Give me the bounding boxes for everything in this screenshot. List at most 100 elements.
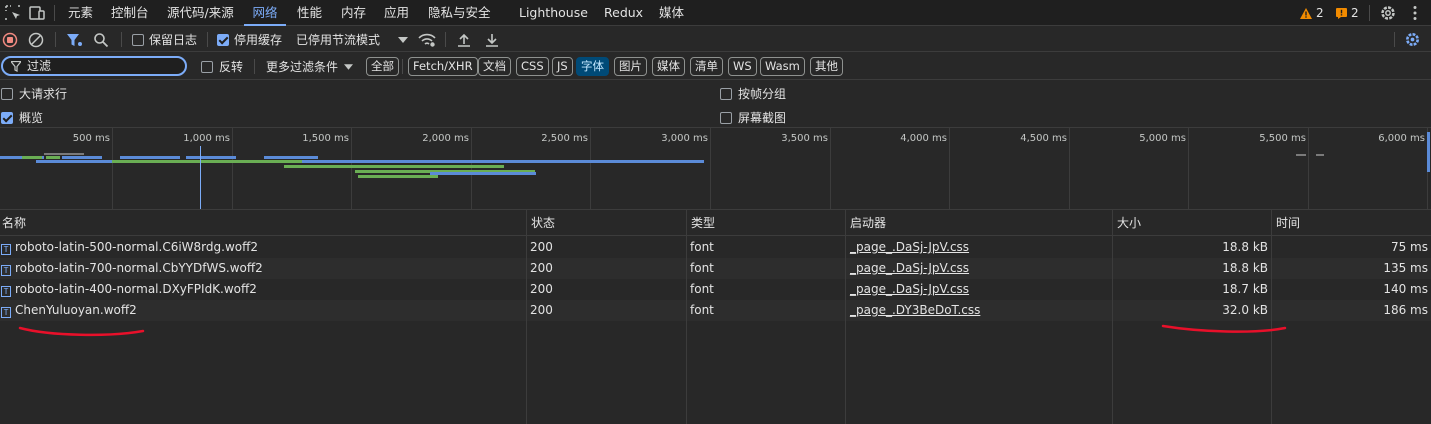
network-toolbar: 保留日志 停用缓存 已停用节流模式	[0, 27, 1431, 52]
filter-funnel-icon[interactable]	[66, 31, 83, 48]
timeline-tick: 3,500 ms	[781, 133, 828, 144]
timeline-bar	[120, 156, 180, 159]
more-filters-label: 更多过滤条件	[266, 60, 339, 74]
preserve-log-label: 保留日志	[149, 33, 198, 47]
chip-img[interactable]: 图片	[614, 57, 647, 76]
tab-network[interactable]: 网络	[244, 0, 286, 26]
timeline-tick: 5,000 ms	[1139, 133, 1186, 144]
settings-gear-icon[interactable]	[1379, 4, 1397, 22]
filter-input[interactable]: 过滤	[1, 56, 187, 76]
tab-privacy-security[interactable]: 隐私与安全	[428, 0, 491, 26]
disable-cache-box[interactable]	[217, 33, 229, 46]
timeline-bar	[112, 160, 302, 163]
throttle-select[interactable]: 已停用节流模式	[296, 31, 409, 48]
chip-other[interactable]: 其他	[810, 57, 843, 76]
timeline-tick: 1,000 ms	[183, 133, 230, 144]
separator	[1394, 32, 1395, 47]
gridline	[590, 128, 591, 209]
requests-table: 名称 状态 类型 启动器 大小 时间 Troboto-latin-500-nor…	[0, 210, 1431, 424]
invert-label: 反转	[219, 60, 244, 74]
dropdown-caret-icon	[344, 63, 354, 70]
timeline-end-marker	[1427, 132, 1430, 172]
device-toolbar-icon[interactable]	[28, 4, 46, 22]
issues-badge[interactable]: 2	[1336, 5, 1359, 21]
overview-box[interactable]	[1, 111, 13, 124]
stop-recording-icon[interactable]	[2, 31, 18, 48]
group-by-frame-box[interactable]	[720, 87, 732, 100]
separator	[121, 32, 122, 47]
inspect-element-icon[interactable]	[4, 4, 22, 22]
export-har-icon[interactable]	[484, 31, 500, 48]
chip-font[interactable]: 字体	[576, 57, 609, 76]
gridline	[710, 128, 711, 209]
timeline-bar	[284, 165, 504, 168]
issues-count: 2	[1351, 6, 1359, 20]
tab-media[interactable]: 媒体	[659, 0, 684, 26]
timeline-bar	[22, 156, 42, 159]
timeline-bar	[62, 156, 102, 159]
gridline	[112, 128, 113, 209]
big-rows-box[interactable]	[1, 87, 13, 100]
tab-lighthouse[interactable]: Lighthouse	[519, 0, 588, 26]
timeline-tick: 2,500 ms	[541, 133, 588, 144]
clear-icon[interactable]	[28, 31, 44, 48]
gridline	[830, 128, 831, 209]
search-icon[interactable]	[93, 31, 109, 48]
chip-wasm[interactable]: Wasm	[760, 57, 805, 76]
overview-checkbox[interactable]: 概览	[1, 109, 43, 126]
timeline-bar	[1316, 154, 1324, 156]
chip-js[interactable]: JS	[552, 57, 573, 76]
chip-css[interactable]: CSS	[516, 57, 549, 76]
warning-icon	[1300, 7, 1312, 19]
tab-performance[interactable]: 性能	[297, 0, 322, 26]
chip-manifest[interactable]: 清单	[690, 57, 723, 76]
issue-flag-icon	[1336, 7, 1347, 19]
invert-checkbox[interactable]: 反转	[201, 58, 243, 75]
preserve-log-box[interactable]	[132, 33, 144, 46]
filter-funnel-icon	[11, 61, 21, 72]
tab-sources[interactable]: 源代码/来源	[167, 0, 234, 26]
devtools-tab-bar: 元素 控制台 源代码/来源 网络 性能 内存 应用 隐私与安全 Lighthou…	[0, 0, 1431, 26]
red-underline-annotations	[18, 324, 1287, 337]
tab-application[interactable]: 应用	[384, 0, 409, 26]
warnings-count: 2	[1316, 6, 1324, 20]
screenshots-box[interactable]	[720, 111, 732, 124]
network-conditions-icon[interactable]	[418, 31, 436, 48]
group-by-frame-checkbox[interactable]: 按帧分组	[720, 85, 786, 102]
timeline-bar	[1296, 154, 1306, 156]
separator	[1369, 5, 1370, 21]
chip-doc[interactable]: 文档	[478, 57, 511, 76]
chip-all[interactable]: 全部	[366, 57, 399, 76]
gridline	[351, 128, 352, 209]
timeline-bar	[358, 175, 438, 178]
screenshots-checkbox[interactable]: 屏幕截图	[720, 109, 786, 126]
overview-timeline[interactable]: 500 ms 1,000 ms 1,500 ms 2,000 ms 2,500 …	[0, 128, 1431, 210]
warnings-badge[interactable]: 2	[1300, 5, 1324, 21]
more-filters-dropdown[interactable]: 更多过滤条件	[266, 58, 354, 75]
invert-box[interactable]	[201, 60, 213, 73]
gridline	[949, 128, 950, 209]
tab-memory[interactable]: 内存	[341, 0, 366, 26]
separator	[254, 59, 255, 74]
group-by-frame-label: 按帧分组	[738, 87, 787, 101]
preserve-log-checkbox[interactable]: 保留日志	[132, 31, 197, 48]
timeline-bar	[264, 156, 318, 159]
disable-cache-label: 停用缓存	[234, 33, 283, 47]
tab-console[interactable]: 控制台	[111, 0, 149, 26]
import-har-icon[interactable]	[456, 31, 472, 48]
timeline-tick: 1,500 ms	[302, 133, 349, 144]
dropdown-caret-icon	[398, 36, 409, 43]
tab-elements[interactable]: 元素	[68, 0, 93, 26]
network-settings-gear-icon[interactable]	[1404, 31, 1421, 48]
tab-redux[interactable]: Redux	[604, 0, 643, 26]
chip-ws[interactable]: WS	[728, 57, 757, 76]
filter-bar: 过滤 反转 更多过滤条件 全部 Fetch/XHR 文档 CSS JS 字体 图…	[0, 53, 1431, 80]
more-options-icon[interactable]	[1406, 4, 1424, 22]
separator	[54, 5, 55, 21]
chip-media[interactable]: 媒体	[652, 57, 685, 76]
chip-fetch-xhr[interactable]: Fetch/XHR	[408, 57, 478, 76]
filter-placeholder: 过滤	[27, 59, 52, 73]
big-request-rows-checkbox[interactable]: 大请求行	[1, 85, 67, 102]
separator	[402, 59, 403, 74]
disable-cache-checkbox[interactable]: 停用缓存	[217, 31, 282, 48]
